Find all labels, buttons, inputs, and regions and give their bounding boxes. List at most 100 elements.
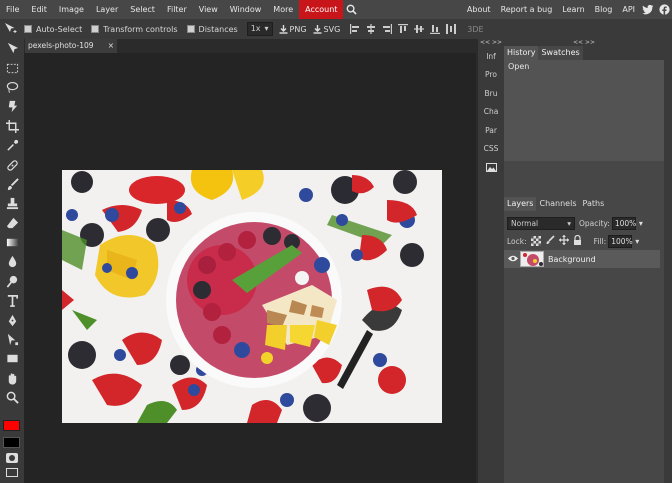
transform-controls-checkbox[interactable] (91, 25, 100, 33)
menu-report-bug[interactable]: Report a bug (496, 0, 558, 19)
panel-edge (664, 39, 672, 483)
collapse-arrows[interactable]: << >> (504, 39, 664, 46)
export-png-button[interactable]: PNG (276, 22, 310, 36)
chevron-down-icon: ▾ (567, 218, 571, 228)
quick-mask-icon[interactable] (6, 453, 18, 463)
lasso-tool-icon[interactable] (0, 78, 24, 97)
menu-api[interactable]: API (617, 0, 640, 19)
canvas-area[interactable] (24, 53, 476, 483)
marquee-tool-icon[interactable] (0, 58, 24, 77)
history-footer (504, 161, 664, 197)
foreground-color-swatch[interactable] (3, 420, 20, 431)
menu-window[interactable]: Window (224, 0, 268, 19)
menu-bar: File Edit Image Layer Select Filter View… (0, 0, 672, 19)
opacity-input[interactable]: 100% (611, 216, 636, 230)
layer-row[interactable]: Background (504, 250, 660, 268)
layers-panel: Layers Channels Paths Normal ▾ Opacity: … (504, 197, 664, 483)
align-right-icon[interactable] (381, 23, 393, 35)
menu-file[interactable]: File (0, 0, 25, 19)
fill-input[interactable]: 100% (608, 234, 633, 248)
opacity-label: Opacity: (579, 218, 610, 228)
distances-checkbox[interactable] (186, 25, 195, 33)
search-icon[interactable] (343, 0, 359, 19)
png-label: PNG (289, 24, 307, 34)
tab-history[interactable]: History (504, 46, 539, 60)
chevron-down-icon: ▾ (264, 24, 269, 33)
menu-image[interactable]: Image (53, 0, 90, 19)
zoom-tool-icon[interactable] (0, 388, 24, 407)
collapse-arrows[interactable]: << >> (478, 39, 504, 47)
align-center-icon[interactable] (365, 23, 377, 35)
transform-controls-label: Transform controls (103, 24, 178, 34)
zoom-select[interactable]: 1x ▾ (246, 22, 273, 36)
crop-tool-icon[interactable] (0, 117, 24, 136)
path-select-tool-icon[interactable] (0, 330, 24, 349)
align-bottom-icon[interactable] (429, 23, 441, 35)
quick-select-tool-icon[interactable] (0, 97, 24, 116)
auto-select-checkbox[interactable] (24, 25, 32, 33)
hand-tool-icon[interactable] (0, 369, 24, 388)
eraser-tool-icon[interactable] (0, 214, 24, 233)
background-color-swatch[interactable] (3, 437, 20, 448)
facebook-icon[interactable] (657, 3, 671, 17)
lock-all-icon[interactable] (573, 234, 582, 247)
right-panels: << >> History Swatches Open Layers Chann… (504, 39, 664, 483)
menu-edit[interactable]: Edit (25, 0, 53, 19)
close-icon[interactable]: × (108, 39, 114, 53)
brush-tool-icon[interactable] (0, 175, 24, 194)
chevron-down-icon[interactable]: ▾ (635, 237, 639, 246)
tab-paths[interactable]: Paths (580, 197, 608, 211)
fill-label: Fill: (593, 236, 607, 246)
blur-tool-icon[interactable] (0, 252, 24, 271)
download-icon (279, 24, 288, 34)
three-d-label[interactable]: 3DE (467, 25, 483, 34)
properties-panel-button[interactable]: Pro (478, 66, 504, 85)
brush-panel-button[interactable]: Bru (478, 84, 504, 103)
chevron-down-icon[interactable]: ▾ (639, 219, 643, 228)
tools-panel (0, 39, 24, 483)
gradient-tool-icon[interactable] (0, 233, 24, 252)
align-left-icon[interactable] (349, 23, 361, 35)
document-tabs: pexels-photo-109 × (24, 39, 476, 53)
align-middle-icon[interactable] (413, 23, 425, 35)
tab-layers[interactable]: Layers (504, 197, 537, 211)
character-panel-button[interactable]: Cha (478, 103, 504, 122)
stamp-tool-icon[interactable] (0, 194, 24, 213)
css-panel-button[interactable]: CSS (478, 140, 504, 159)
image-canvas[interactable] (62, 170, 442, 423)
twitter-icon[interactable] (641, 3, 655, 17)
export-svg-button[interactable]: SVG (310, 22, 344, 36)
document-tab[interactable]: pexels-photo-109 × (25, 39, 117, 53)
distribute-icon[interactable] (445, 23, 457, 35)
history-list: Open (504, 60, 664, 161)
menu-blog[interactable]: Blog (590, 0, 618, 19)
paragraph-panel-button[interactable]: Par (478, 121, 504, 140)
move-tool-icon[interactable] (0, 39, 24, 58)
menu-layer[interactable]: Layer (90, 0, 124, 19)
lock-transparency-icon[interactable] (530, 236, 541, 246)
image-panel-icon[interactable] (478, 158, 504, 177)
menu-select[interactable]: Select (124, 0, 161, 19)
menu-about[interactable]: About (462, 0, 496, 19)
tab-swatches[interactable]: Swatches (538, 46, 583, 60)
blend-mode-select[interactable]: Normal ▾ (507, 216, 575, 230)
menu-view[interactable]: View (193, 0, 224, 19)
dodge-tool-icon[interactable] (0, 272, 24, 291)
pen-tool-icon[interactable] (0, 310, 24, 329)
text-tool-icon[interactable] (0, 291, 24, 310)
visibility-eye-icon[interactable] (508, 255, 518, 264)
info-panel-button[interactable]: Inf (478, 47, 504, 66)
menu-more[interactable]: More (267, 0, 299, 19)
lock-move-icon[interactable] (558, 235, 569, 247)
tab-channels[interactable]: Channels (536, 197, 579, 211)
shape-tool-icon[interactable] (0, 349, 24, 368)
menu-learn[interactable]: Learn (557, 0, 589, 19)
history-row[interactable]: Open (504, 60, 664, 73)
menu-filter[interactable]: Filter (161, 0, 193, 19)
screen-mode-icon[interactable] (6, 468, 18, 477)
align-top-icon[interactable] (397, 23, 409, 35)
lock-paint-icon[interactable] (545, 235, 555, 247)
menu-account[interactable]: Account (299, 0, 344, 19)
healing-tool-icon[interactable] (0, 155, 24, 174)
eyedropper-tool-icon[interactable] (0, 136, 24, 155)
